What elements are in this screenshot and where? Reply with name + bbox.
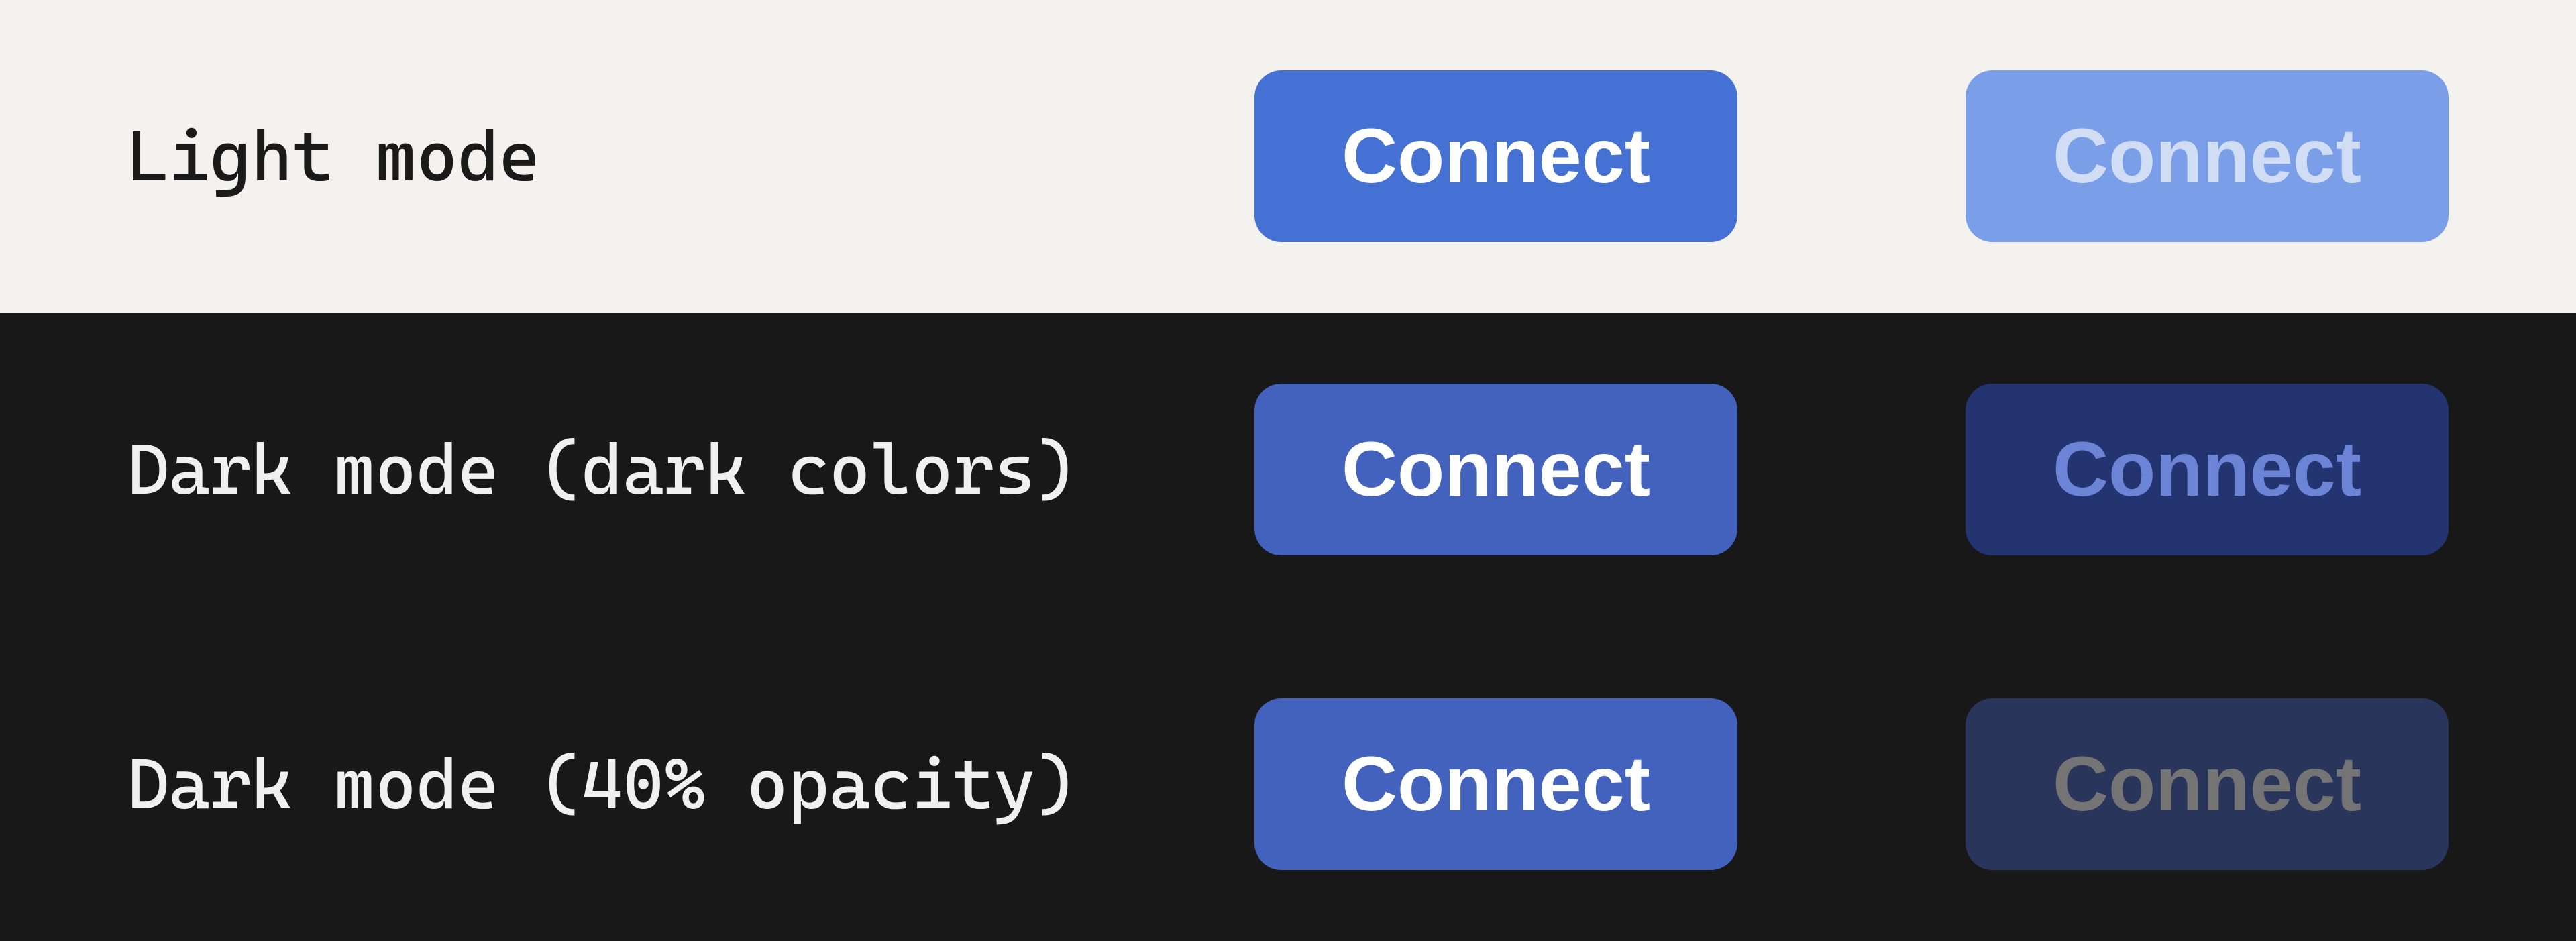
- light-mode-label: Light mode: [127, 115, 1254, 197]
- connect-button-opacity-enabled[interactable]: Connect: [1254, 698, 1737, 870]
- dark-opacity-row: Dark mode (40% opacity) Connect Connect: [0, 627, 2576, 941]
- dark-colors-button-group: Connect Connect: [1254, 384, 2449, 555]
- connect-button-opacity-disabled: Connect: [1966, 698, 2449, 870]
- light-mode-row: Light mode Connect Connect: [0, 0, 2576, 313]
- dark-opacity-button-group: Connect Connect: [1254, 698, 2449, 870]
- connect-button-light-disabled: Connect: [1966, 70, 2449, 242]
- connect-button-light-enabled[interactable]: Connect: [1254, 70, 1737, 242]
- connect-button-dark-enabled[interactable]: Connect: [1254, 384, 1737, 555]
- dark-opacity-label: Dark mode (40% opacity): [127, 743, 1254, 825]
- dark-mode-section: Dark mode (dark colors) Connect Connect …: [0, 313, 2576, 941]
- light-button-group: Connect Connect: [1254, 70, 2449, 242]
- connect-button-dark-disabled: Connect: [1966, 384, 2449, 555]
- dark-colors-row: Dark mode (dark colors) Connect Connect: [0, 313, 2576, 627]
- dark-colors-label: Dark mode (dark colors): [127, 429, 1254, 510]
